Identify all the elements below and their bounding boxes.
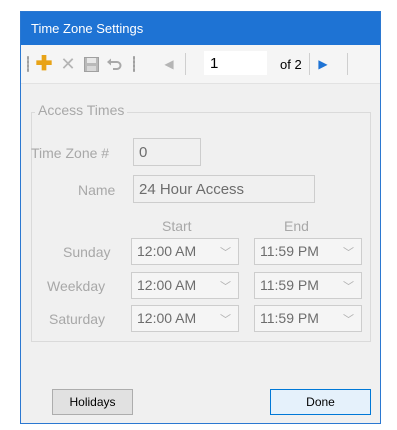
selected-value: 11:59 PM	[260, 277, 319, 293]
selected-value: 12:00 AM	[137, 277, 197, 293]
holidays-button[interactable]: Holidays	[52, 389, 133, 415]
undo-icon[interactable]	[104, 54, 124, 74]
chevron-down-icon: ﹀	[343, 281, 354, 293]
selected-value: 12:00 AM	[137, 310, 197, 326]
chevron-down-icon: ﹀	[220, 281, 231, 293]
saturday-end-select[interactable]: 11:59 PM ﹀	[254, 305, 362, 332]
name-field[interactable]	[133, 175, 315, 203]
row-label-saturday: Saturday	[49, 311, 106, 327]
toolbar-separator	[185, 53, 186, 75]
selected-value: 11:59 PM	[260, 243, 319, 259]
add-icon[interactable]: ✚	[34, 54, 54, 74]
window-title: Time Zone Settings	[21, 12, 380, 45]
row-label-sunday: Sunday	[63, 244, 111, 260]
toolbar-grip[interactable]	[27, 56, 29, 72]
timezone-number-field	[133, 138, 201, 166]
chevron-down-icon: ﹀	[343, 314, 354, 326]
record-navigator-toolbar: ✚ ✕ ◀ of 2 ▶	[21, 45, 380, 84]
record-count-label: of 2	[280, 57, 302, 72]
chevron-down-icon: ﹀	[220, 314, 231, 326]
row-label-weekday: Weekday	[47, 278, 106, 294]
name-label: Name	[78, 182, 116, 198]
done-button[interactable]: Done	[270, 389, 371, 415]
selected-value: 11:59 PM	[260, 310, 319, 326]
delete-icon[interactable]: ✕	[58, 54, 78, 74]
weekday-start-select[interactable]: 12:00 AM ﹀	[131, 272, 239, 299]
next-record-icon[interactable]: ▶	[313, 54, 333, 74]
timezone-number-label: Time Zone #	[31, 145, 110, 161]
weekday-end-select[interactable]: 11:59 PM ﹀	[254, 272, 362, 299]
end-column-header: End	[284, 218, 309, 234]
sunday-end-select[interactable]: 11:59 PM ﹀	[254, 238, 362, 265]
toolbar-separator-grip	[133, 56, 135, 72]
access-times-title: Access Times	[35, 102, 128, 118]
toolbar-separator	[347, 53, 348, 75]
chevron-down-icon: ﹀	[220, 247, 231, 259]
toolbar-separator	[309, 53, 310, 75]
record-position-input[interactable]	[204, 51, 267, 75]
sunday-start-select[interactable]: 12:00 AM ﹀	[131, 238, 239, 265]
start-column-header: Start	[162, 218, 192, 234]
saturday-start-select[interactable]: 12:00 AM ﹀	[131, 305, 239, 332]
save-icon[interactable]	[81, 54, 101, 74]
prev-record-icon[interactable]: ◀	[159, 54, 179, 74]
chevron-down-icon: ﹀	[343, 247, 354, 259]
selected-value: 12:00 AM	[137, 243, 197, 259]
time-zone-settings-window: Time Zone Settings ✚ ✕ ◀ of 2 ▶ Access T…	[20, 11, 381, 424]
